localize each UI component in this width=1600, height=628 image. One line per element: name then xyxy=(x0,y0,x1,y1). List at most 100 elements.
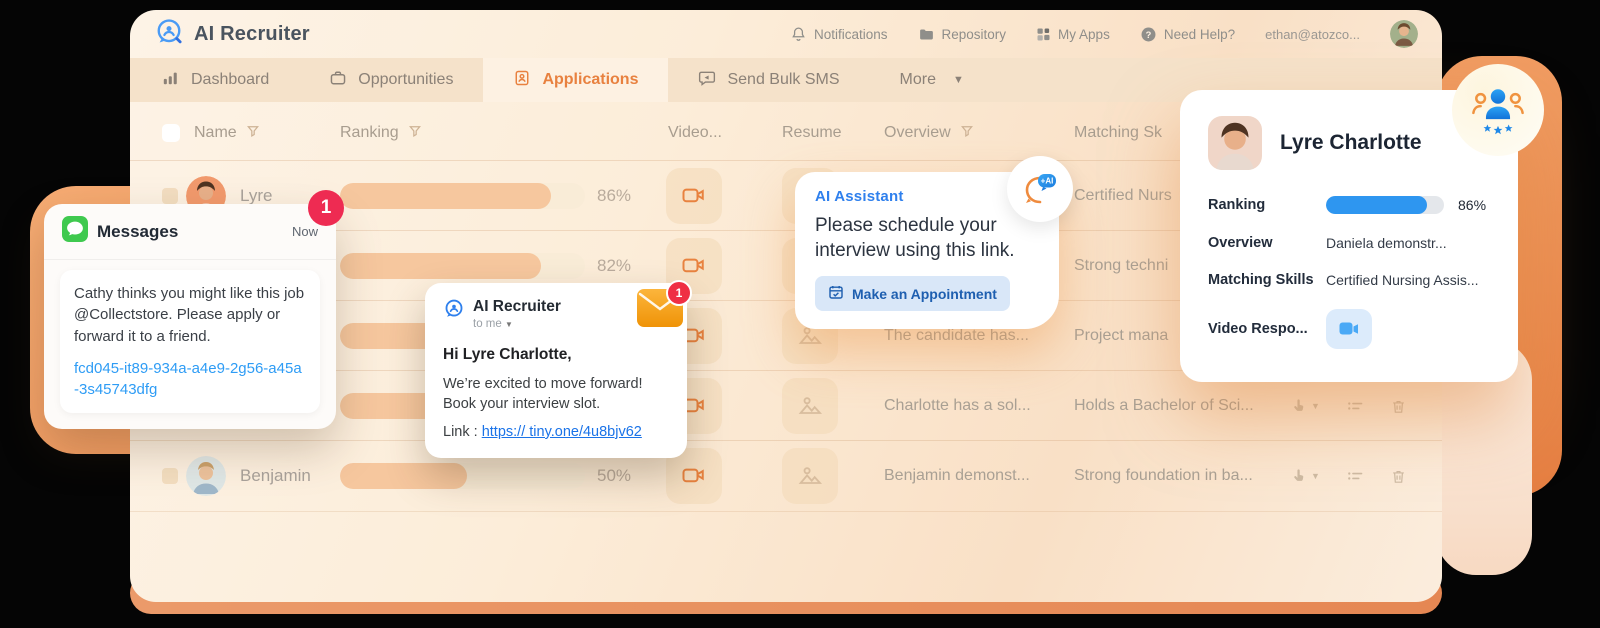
nav-notifications[interactable]: Notifications xyxy=(790,26,888,43)
filter-icon[interactable] xyxy=(408,124,422,143)
col-name-label: Name xyxy=(194,124,237,141)
bell-icon xyxy=(790,26,807,43)
tab-more[interactable]: More ▼ xyxy=(870,58,994,102)
unread-count-badge: 1 xyxy=(308,190,344,226)
messages-title: Messages xyxy=(97,221,179,241)
col-header-ranking[interactable]: Ranking xyxy=(340,112,422,154)
resume-button[interactable] xyxy=(782,378,838,434)
ranking-percent: 86% xyxy=(597,186,632,205)
list-action-button[interactable] xyxy=(1346,397,1364,415)
select-all-checkbox[interactable] xyxy=(162,124,180,142)
list-action-button[interactable] xyxy=(1346,467,1364,485)
video-response-label: Video Respo... xyxy=(1208,321,1308,337)
application-doc-icon xyxy=(513,69,531,92)
nav-my-apps-label: My Apps xyxy=(1058,26,1110,42)
candidate-name: Lyre Charlotte xyxy=(1280,131,1422,154)
ai-chat-badge: +AI xyxy=(1007,156,1073,222)
tab-more-label: More xyxy=(899,71,936,88)
question-icon: ? xyxy=(1140,26,1157,43)
ai-assistant-card: AI Assistant Please schedule your interv… xyxy=(795,156,1073,330)
tab-applications[interactable]: Applications xyxy=(483,58,669,102)
image-icon xyxy=(798,467,823,484)
user-avatar[interactable] xyxy=(1390,20,1418,48)
candidate-name: Benjamin xyxy=(240,466,311,485)
col-header-video[interactable]: Video... xyxy=(668,112,722,154)
matching-skills-text: Strong foundation in ba... xyxy=(1074,467,1253,484)
candidate-header: Lyre Charlotte xyxy=(1208,116,1490,170)
interview-link[interactable]: https:// tiny.one/4u8bjv62 xyxy=(482,424,642,440)
stage: AI Recruiter Notifications Repository My… xyxy=(0,0,1600,628)
filter-icon[interactable] xyxy=(960,124,974,143)
col-matching-label: Matching Sk xyxy=(1074,124,1163,141)
ai-recruiter-logo-icon xyxy=(443,298,465,325)
col-video-label: Video... xyxy=(668,124,722,141)
email-unread-badge: 1 xyxy=(666,280,692,306)
message-text: Cathy thinks you might like this job @Co… xyxy=(74,285,305,345)
tab-dashboard-label: Dashboard xyxy=(191,71,270,88)
email-greeting: Hi Lyre Charlotte, xyxy=(443,346,572,364)
brand: AI Recruiter xyxy=(154,17,310,52)
app-title: AI Recruiter xyxy=(194,22,310,45)
row-actions: ▼ xyxy=(1290,441,1407,511)
resume-button[interactable] xyxy=(782,448,838,504)
quick-action-button[interactable]: ▼ xyxy=(1290,398,1320,415)
col-header-matching[interactable]: Matching Sk xyxy=(1074,112,1162,154)
make-appointment-button[interactable]: Make an Appointment xyxy=(815,276,1010,312)
email-header: AI Recruiter to me ▼ xyxy=(443,298,669,330)
messages-header: Messages Now xyxy=(44,204,336,260)
chevron-down-icon: ▼ xyxy=(1311,471,1320,481)
candidate-avatar xyxy=(186,456,226,496)
video-camera-icon xyxy=(682,258,704,273)
make-appointment-label: Make an Appointment xyxy=(852,285,997,302)
account-email[interactable]: ethan@atozco... xyxy=(1265,27,1360,42)
quick-action-button[interactable]: ▼ xyxy=(1290,468,1320,485)
assistant-title: AI Assistant xyxy=(815,188,904,205)
email-recipient[interactable]: to me ▼ xyxy=(473,318,561,330)
message-link[interactable]: fcd045-it89-934a-a4e9-2g56-a45a-3s45743d… xyxy=(74,358,306,400)
overview-value: Daniela demonstr... xyxy=(1326,235,1447,251)
table-row[interactable]: Benjamin 50% Benjamin demonst... Strong … xyxy=(130,440,1442,512)
messages-time: Now xyxy=(291,224,318,239)
row-checkbox[interactable] xyxy=(162,468,178,484)
col-header-name[interactable]: Name xyxy=(194,112,260,154)
matching-skills-text: Certified Nurs xyxy=(1074,187,1172,204)
tab-dashboard[interactable]: Dashboard xyxy=(130,58,299,102)
assistant-message: Please schedule your interview using thi… xyxy=(815,215,1015,262)
col-header-resume[interactable]: Resume xyxy=(782,112,842,154)
tab-send-bulk-sms[interactable]: Send Bulk SMS xyxy=(668,58,869,102)
col-header-overview[interactable]: Overview xyxy=(884,112,974,154)
calendar-check-icon xyxy=(828,284,844,303)
matching-skills-text: Project mana xyxy=(1074,327,1169,344)
sms-bubble-icon xyxy=(698,69,716,92)
message-bubble[interactable]: Cathy thinks you might like this job @Co… xyxy=(60,270,320,413)
video-response-row: Video Respo... xyxy=(1208,309,1490,349)
nav-repository[interactable]: Repository xyxy=(918,26,1006,43)
ranking-bar-fill xyxy=(340,463,468,489)
ai-recruiter-logo-icon xyxy=(154,17,184,52)
ranking-bar xyxy=(340,183,585,209)
trash-icon xyxy=(1393,400,1404,413)
apps-grid-icon xyxy=(1036,27,1051,42)
nav-notifications-label: Notifications xyxy=(813,26,888,42)
trash-icon xyxy=(1393,470,1404,483)
ranking-bar-fill xyxy=(340,253,541,279)
email-sender: AI Recruiter xyxy=(473,298,561,315)
chevron-down-icon: ▼ xyxy=(952,74,964,86)
matching-skills-value: Certified Nursing Assis... xyxy=(1326,272,1479,288)
top-nav: Notifications Repository My Apps ? Need … xyxy=(790,20,1418,48)
nav-need-help-label: Need Help? xyxy=(1163,26,1236,42)
row-checkbox[interactable] xyxy=(162,188,178,204)
ranking-bar-fill xyxy=(1326,196,1428,214)
video-response-button[interactable] xyxy=(1326,309,1372,349)
envelope-icon: 1 xyxy=(637,280,692,327)
delete-button[interactable] xyxy=(1390,398,1407,415)
filter-icon[interactable] xyxy=(246,124,260,143)
video-response-button[interactable] xyxy=(666,168,722,224)
tab-opportunities[interactable]: Opportunities xyxy=(299,58,483,102)
image-icon xyxy=(798,397,823,414)
col-ranking-label: Ranking xyxy=(340,124,399,141)
ranking-percent: 86% xyxy=(1458,197,1487,213)
delete-button[interactable] xyxy=(1390,468,1407,485)
nav-need-help[interactable]: ? Need Help? xyxy=(1140,26,1235,43)
nav-my-apps[interactable]: My Apps xyxy=(1036,27,1110,42)
